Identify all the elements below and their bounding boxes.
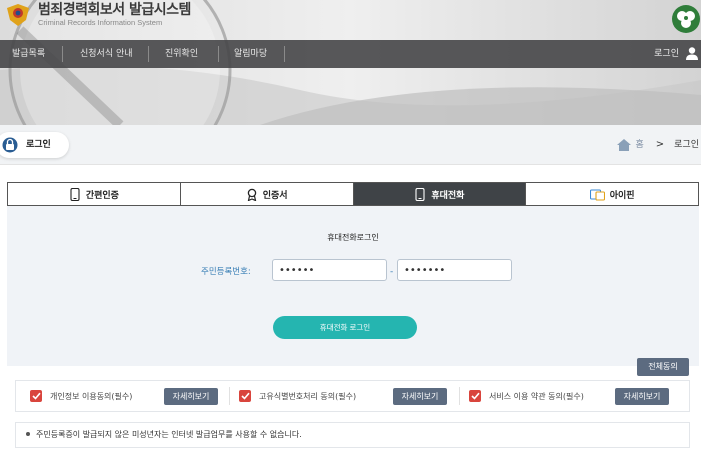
agreement-label-unique-id: 고유식별번호처리 동의(필수) [259, 391, 357, 401]
tab-label: 인증서 [262, 190, 288, 201]
privacy-detail-button[interactable]: 자세히보기 [164, 388, 218, 405]
home-icon[interactable] [617, 139, 632, 151]
tab-ipin[interactable]: 아이핀 [526, 183, 698, 205]
nav-item-authenticity-check[interactable]: 진위확인 [165, 40, 198, 68]
breadcrumb-bar: 로그인 홈 > 로그인 [0, 125, 701, 165]
agreement-row: 개인정보 이용동의(필수) 자세히보기 고유식별번호처리 동의(필수) 자세히보… [15, 380, 690, 412]
terms-detail-button[interactable]: 자세히보기 [615, 388, 669, 405]
agreement-item[interactable]: 서비스 이용 약관 동의(필수) [469, 381, 584, 411]
site-title: 범죄경력회보서 발급시스템 [38, 2, 191, 18]
bullet-icon [26, 431, 30, 436]
phone-icon [415, 187, 425, 201]
tab-label: 아이핀 [609, 190, 635, 201]
agree-all-button[interactable]: 전체동의 [637, 358, 689, 376]
breadcrumb-home-link[interactable]: 홈 [635, 125, 643, 165]
site-subtitle: Criminal Records Information System [38, 18, 163, 27]
nav-item-notice-board[interactable]: 알림마당 [234, 40, 267, 68]
rrn-front-input[interactable] [272, 259, 387, 281]
phone-icon [70, 187, 80, 201]
checkbox-checked-icon[interactable] [469, 390, 481, 402]
login-form-title: 휴대전화로그인 [327, 233, 379, 242]
login-page-icon [2, 137, 18, 153]
tab-label: 휴대전화 [431, 190, 465, 201]
tab-label: 간편인증 [85, 190, 119, 201]
police-emblem-icon [7, 4, 29, 26]
agreement-divider [459, 387, 460, 405]
unique-id-detail-button[interactable]: 자세히보기 [393, 388, 447, 405]
checkmark-icon [240, 392, 250, 400]
tab-mobile-phone[interactable]: 휴대전화 [353, 183, 527, 205]
mobile-login-button[interactable]: 휴대전화 로그인 [273, 316, 417, 339]
nav-divider [284, 46, 285, 62]
agreement-label-terms: 서비스 이용 약관 동의(필수) [489, 391, 584, 401]
nav-item-application-form-guide[interactable]: 신청서식 안내 [80, 40, 133, 68]
checkbox-checked-icon[interactable] [239, 390, 251, 402]
nav-login-link[interactable]: 로그인 [654, 40, 679, 68]
breadcrumb-separator: > [655, 139, 665, 150]
nav-divider [62, 46, 63, 62]
user-icon[interactable] [685, 46, 699, 60]
checkbox-checked-icon[interactable] [30, 390, 42, 402]
ipin-card-icon [589, 188, 605, 201]
agreement-item[interactable]: 개인정보 이용동의(필수) [30, 381, 132, 411]
breadcrumb-current: 로그인 [674, 140, 699, 150]
agreement-divider [229, 387, 230, 405]
nav-item-issue-list[interactable]: 발급목록 [12, 40, 45, 68]
rrn-back-input[interactable] [397, 259, 512, 281]
rrn-label: 주민등록번호: [201, 267, 251, 277]
rrn-dash: - [390, 267, 394, 277]
korean-police-mascot-icon[interactable] [671, 4, 701, 34]
login-method-tabs: 간편인증 인증서 휴대전화 아이핀 [7, 182, 699, 206]
checkmark-icon [470, 392, 480, 400]
minor-notice: 주민등록증이 발급되지 않은 미성년자는 인터넷 발급업무를 사용할 수 없습니… [15, 422, 690, 448]
notice-text: 주민등록증이 발급되지 않은 미성년자는 인터넷 발급업무를 사용할 수 없습니… [36, 430, 302, 439]
nav-divider [148, 46, 149, 62]
site-logo[interactable]: 범죄경력회보서 발급시스템 Criminal Records Informati… [4, 2, 191, 28]
page-title-label: 로그인 [26, 140, 51, 150]
breadcrumb: 홈 > 로그인 [617, 125, 699, 165]
certificate-icon [247, 188, 256, 201]
checkmark-icon [31, 392, 41, 400]
main-nav: 발급목록 신청서식 안내 진위확인 알림마당 로그인 [0, 40, 701, 68]
tab-certificate[interactable]: 인증서 [180, 183, 354, 205]
tab-simple-auth[interactable]: 간편인증 [8, 183, 181, 205]
agreement-label-privacy: 개인정보 이용동의(필수) [50, 391, 133, 401]
page-title: 로그인 [0, 132, 69, 158]
site-header: 범죄경력회보서 발급시스템 Criminal Records Informati… [0, 0, 701, 125]
nav-divider [218, 46, 219, 62]
agreement-item[interactable]: 고유식별번호처리 동의(필수) [239, 381, 356, 411]
mobile-login-panel: 휴대전화로그인 주민등록번호: - 휴대전화 로그인 [7, 206, 699, 366]
